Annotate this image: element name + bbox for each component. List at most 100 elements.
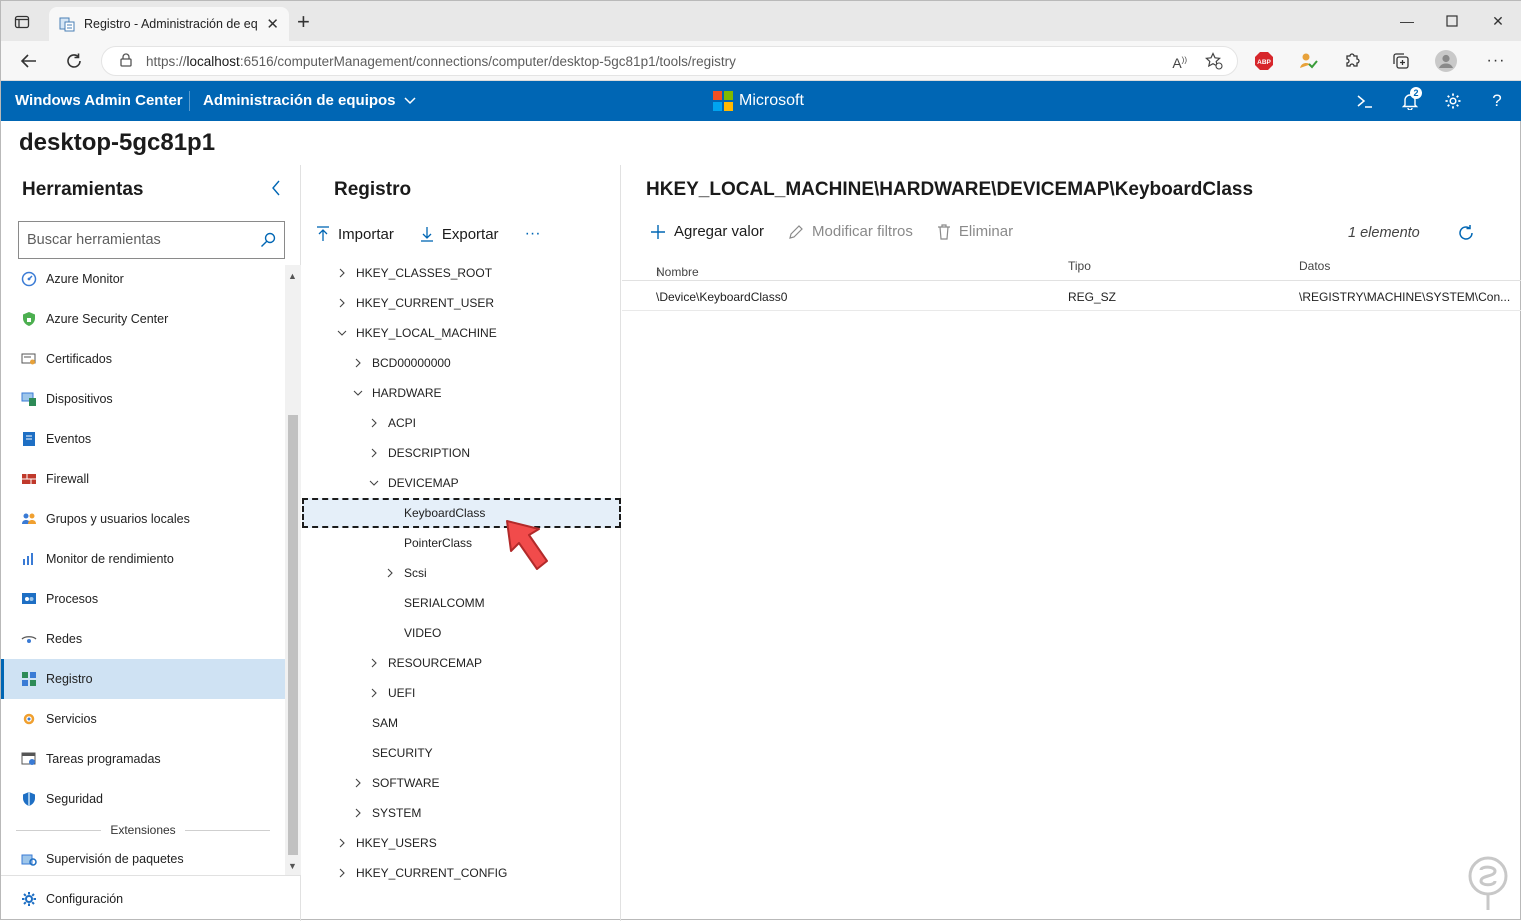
favorites-icon[interactable] xyxy=(1205,52,1223,73)
browser-tab[interactable]: Registro - Administración de eq ✕ xyxy=(49,7,289,41)
tree-node[interactable]: ACPI xyxy=(302,408,621,438)
chevron-right-icon[interactable] xyxy=(366,688,382,698)
close-window-icon[interactable]: ✕ xyxy=(1475,1,1521,41)
close-tab-icon[interactable]: ✕ xyxy=(266,15,279,33)
column-header-data[interactable]: Datos xyxy=(1299,259,1330,273)
tool-azure-security-center[interactable]: Azure Security Center xyxy=(1,299,285,339)
tree-node[interactable]: SERIALCOMM xyxy=(302,588,621,618)
chevron-right-icon[interactable] xyxy=(334,868,350,878)
more-options-icon[interactable]: ··· xyxy=(1484,49,1508,73)
tree-node[interactable]: BCD00000000 xyxy=(302,348,621,378)
collapse-pane-icon[interactable] xyxy=(271,180,281,201)
tab-actions-icon[interactable] xyxy=(11,11,33,33)
tree-node[interactable]: HARDWARE xyxy=(302,378,621,408)
add-value-button[interactable]: Agregar valor xyxy=(650,223,764,240)
network-icon xyxy=(21,631,37,647)
chevron-right-icon[interactable] xyxy=(334,838,350,848)
tree-node[interactable]: RESOURCEMAP xyxy=(302,648,621,678)
tree-node[interactable]: HKEY_USERS xyxy=(302,828,621,858)
back-icon[interactable] xyxy=(17,49,41,73)
chevron-right-icon[interactable] xyxy=(366,658,382,668)
chevron-right-icon[interactable] xyxy=(334,298,350,308)
tool-firewall[interactable]: Firewall xyxy=(1,459,285,499)
app-title[interactable]: Windows Admin Center xyxy=(15,92,183,109)
tree-node[interactable]: SOFTWARE xyxy=(302,768,621,798)
tree-node[interactable]: SAM xyxy=(302,708,621,738)
minimize-icon[interactable]: — xyxy=(1384,1,1430,41)
tree-node[interactable]: DEVICEMAP xyxy=(302,468,621,498)
registry-values-pane: HKEY_LOCAL_MACHINE\HARDWARE\DEVICEMAP\Ke… xyxy=(622,165,1521,921)
tree-node[interactable]: VIDEO xyxy=(302,618,621,648)
tool-local-users-groups[interactable]: Grupos y usuarios locales xyxy=(1,499,285,539)
tree-node[interactable]: HKEY_CURRENT_USER xyxy=(302,288,621,318)
maximize-icon[interactable] xyxy=(1429,1,1475,41)
powershell-icon[interactable] xyxy=(1353,89,1377,113)
help-icon[interactable]: ? xyxy=(1485,89,1509,113)
collections-icon[interactable] xyxy=(1389,49,1413,73)
scroll-down-icon[interactable]: ▼ xyxy=(288,861,297,871)
tool-label: Azure Security Center xyxy=(46,312,169,326)
column-header-type[interactable]: Tipo xyxy=(1068,259,1091,273)
tool-scheduled-tasks[interactable]: Tareas programadas xyxy=(1,739,285,779)
tool-devices[interactable]: Dispositivos xyxy=(1,379,285,419)
tool-azure-monitor[interactable]: Azure Monitor xyxy=(1,259,285,299)
chevron-right-icon[interactable] xyxy=(350,358,366,368)
tool-label: Seguridad xyxy=(46,792,103,806)
tool-networks[interactable]: Redes xyxy=(1,619,285,659)
tree-node[interactable]: HKEY_CLASSES_ROOT xyxy=(302,258,621,288)
tool-processes[interactable]: Procesos xyxy=(1,579,285,619)
chevron-right-icon[interactable] xyxy=(350,808,366,818)
extensions-puzzle-icon[interactable] xyxy=(1340,49,1364,73)
tree-node[interactable]: HKEY_CURRENT_CONFIG xyxy=(302,858,621,888)
tree-node-label: SERIALCOMM xyxy=(404,596,485,610)
new-tab-icon[interactable]: + xyxy=(297,11,310,33)
tree-node[interactable]: PointerClass xyxy=(302,528,621,558)
more-actions-button[interactable]: ··· xyxy=(525,225,541,243)
gear-icon[interactable] xyxy=(1441,89,1465,113)
tree-node[interactable]: DESCRIPTION xyxy=(302,438,621,468)
tool-registry[interactable]: Registro xyxy=(1,659,285,699)
modify-filters-button[interactable]: Modificar filtros xyxy=(788,223,913,240)
chevron-right-icon[interactable] xyxy=(366,448,382,458)
tree-node[interactable]: UEFI xyxy=(302,678,621,708)
tool-settings[interactable]: Configuración xyxy=(1,876,301,922)
profile-avatar[interactable] xyxy=(1434,49,1458,73)
chevron-down-icon[interactable] xyxy=(334,329,350,337)
tool-performance-monitor[interactable]: Monitor de rendimiento xyxy=(1,539,285,579)
tool-services[interactable]: Servicios xyxy=(1,699,285,739)
tree-node-label: DESCRIPTION xyxy=(388,446,471,460)
reload-icon[interactable] xyxy=(62,49,86,73)
tools-scrollbar[interactable]: ▲ ▼ xyxy=(285,265,301,875)
delete-button[interactable]: Eliminar xyxy=(937,223,1013,240)
tree-node-label: KeyboardClass xyxy=(404,506,486,520)
tool-package-monitoring[interactable]: Supervisión de paquetes xyxy=(1,841,285,875)
chevron-down-icon[interactable] xyxy=(366,479,382,487)
chevron-down-icon[interactable] xyxy=(350,389,366,397)
tree-node[interactable]: SYSTEM xyxy=(302,798,621,828)
scrollbar-thumb[interactable] xyxy=(288,415,298,855)
address-bar[interactable]: https://localhost:6516/computerManagemen… xyxy=(101,46,1238,76)
tools-search-input[interactable]: Buscar herramientas xyxy=(18,221,285,259)
scroll-up-icon[interactable]: ▲ xyxy=(288,271,297,281)
read-aloud-icon[interactable]: A)) xyxy=(1172,55,1187,71)
chevron-right-icon[interactable] xyxy=(350,778,366,788)
tree-node[interactable]: SECURITY xyxy=(302,738,621,768)
notifications-bell-icon[interactable]: 2 xyxy=(1398,87,1422,113)
chevron-right-icon[interactable] xyxy=(366,418,382,428)
tree-node[interactable]: KeyboardClass xyxy=(302,498,621,528)
refresh-icon[interactable] xyxy=(1456,223,1476,248)
extension-user-icon[interactable] xyxy=(1296,49,1320,73)
section-switcher[interactable]: Administración de equipos xyxy=(203,92,416,109)
tree-node-label: SOFTWARE xyxy=(372,776,440,790)
tree-node[interactable]: HKEY_LOCAL_MACHINE xyxy=(302,318,621,348)
chevron-right-icon[interactable] xyxy=(334,268,350,278)
tool-events[interactable]: Eventos xyxy=(1,419,285,459)
adblock-icon[interactable]: ABP xyxy=(1252,49,1276,73)
chevron-right-icon[interactable] xyxy=(382,568,398,578)
tool-certificates[interactable]: Certificados xyxy=(1,339,285,379)
tree-node[interactable]: Scsi xyxy=(302,558,621,588)
export-button[interactable]: Exportar xyxy=(420,226,499,243)
import-button[interactable]: Importar xyxy=(316,226,394,243)
tool-security[interactable]: Seguridad xyxy=(1,779,285,819)
table-row[interactable]: \Device\KeyboardClass0 REG_SZ \REGISTRY\… xyxy=(622,282,1521,311)
